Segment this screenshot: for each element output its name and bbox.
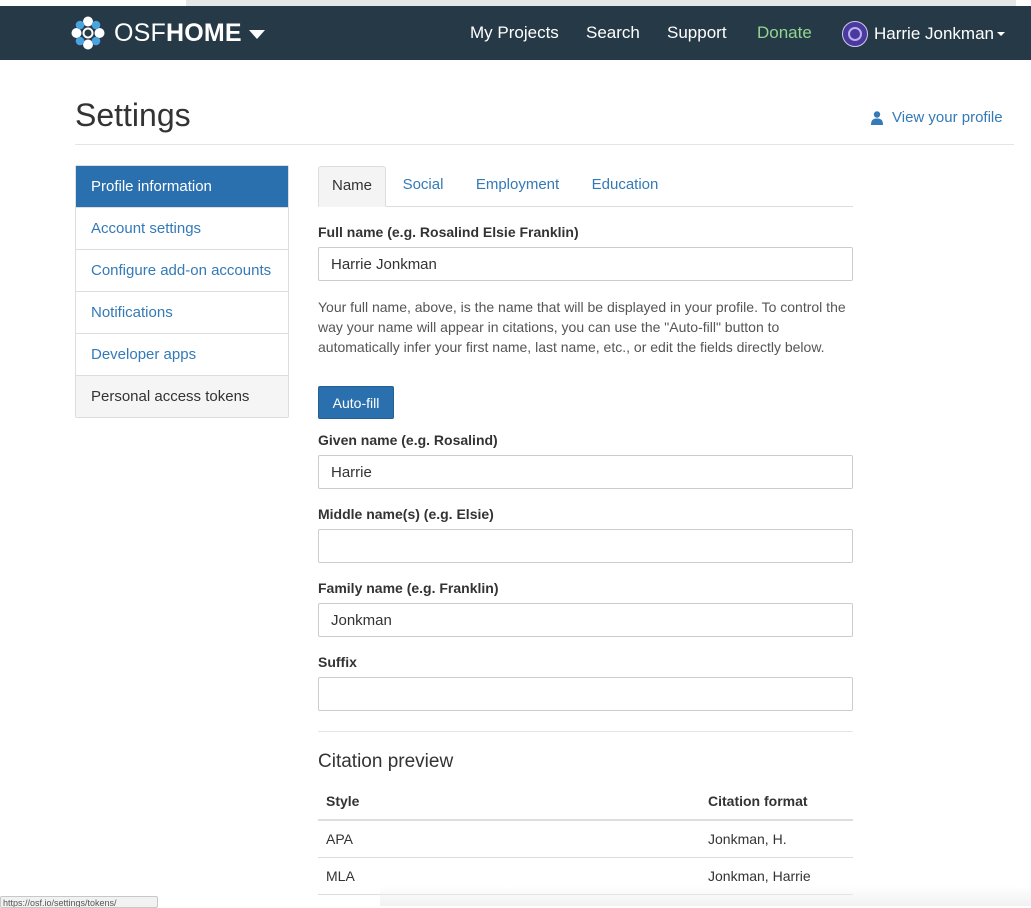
view-profile-link[interactable]: View your profile	[871, 109, 1003, 126]
tab-education[interactable]: Education	[588, 166, 662, 206]
nav-donate[interactable]: Donate	[757, 23, 812, 43]
sidebar-item-profile-information[interactable]: Profile information	[76, 166, 288, 208]
citation-format-cell: Jonkman, Harrie	[700, 857, 853, 895]
auto-fill-button[interactable]: Auto-fill	[318, 386, 394, 419]
table-row: APA Jonkman, H.	[318, 820, 853, 858]
sidebar-item-notifications[interactable]: Notifications	[76, 292, 288, 334]
user-name: Harrie Jonkman	[874, 23, 994, 43]
top-navbar: OSFHOME My Projects Search Support Donat…	[0, 6, 1031, 60]
tab-employment[interactable]: Employment	[470, 166, 565, 206]
full-name-input[interactable]	[318, 247, 853, 281]
sidebar-item-account-settings[interactable]: Account settings	[76, 208, 288, 250]
title-divider	[75, 144, 1014, 145]
avatar	[842, 20, 868, 47]
citation-preview-title: Citation preview	[318, 751, 454, 772]
citation-header-format: Citation format	[700, 782, 853, 821]
citation-header-row: Style Citation format	[318, 782, 853, 821]
given-name-input[interactable]	[318, 455, 853, 489]
citation-divider	[318, 731, 853, 732]
nav-search[interactable]: Search	[586, 23, 640, 43]
table-row: MLA Jonkman, Harrie	[318, 857, 853, 895]
sidebar-item-developer-apps[interactable]: Developer apps	[76, 334, 288, 376]
settings-sidebar: Profile information Account settings Con…	[75, 165, 289, 418]
user-icon	[871, 110, 883, 125]
profile-tabs: Name Social Employment Education	[318, 166, 853, 207]
middle-name-input[interactable]	[318, 529, 853, 563]
tab-social[interactable]: Social	[398, 166, 448, 206]
citation-format-cell: Jonkman, H.	[700, 820, 853, 858]
citation-header-style: Style	[318, 782, 700, 821]
full-name-label: Full name (e.g. Rosalind Elsie Franklin)	[318, 224, 579, 240]
nav-support[interactable]: Support	[667, 23, 727, 43]
status-bar-url: https://osf.io/settings/tokens/	[0, 896, 158, 908]
middle-name-label: Middle name(s) (e.g. Elsie)	[318, 506, 494, 522]
suffix-input[interactable]	[318, 677, 853, 711]
family-name-label: Family name (e.g. Franklin)	[318, 580, 499, 596]
user-menu[interactable]: Harrie Jonkman	[842, 20, 1005, 47]
view-profile-label: View your profile	[892, 109, 1003, 126]
user-caret-down-icon	[997, 31, 1005, 36]
sidebar-item-configure-addons[interactable]: Configure add-on accounts	[76, 250, 288, 292]
page-title: Settings	[75, 97, 191, 133]
full-name-help-text: Your full name, above, is the name that …	[318, 299, 846, 355]
given-name-label: Given name (e.g. Rosalind)	[318, 432, 498, 448]
suffix-label: Suffix	[318, 654, 357, 670]
family-name-input[interactable]	[318, 603, 853, 637]
sidebar-item-personal-access-tokens[interactable]: Personal access tokens	[76, 376, 288, 417]
citation-style-cell: APA	[318, 820, 700, 858]
citation-table: Style Citation format APA Jonkman, H. ML…	[318, 782, 853, 895]
nav-my-projects[interactable]: My Projects	[470, 23, 559, 43]
citation-style-cell: MLA	[318, 857, 700, 895]
tab-name[interactable]: Name	[318, 166, 386, 207]
